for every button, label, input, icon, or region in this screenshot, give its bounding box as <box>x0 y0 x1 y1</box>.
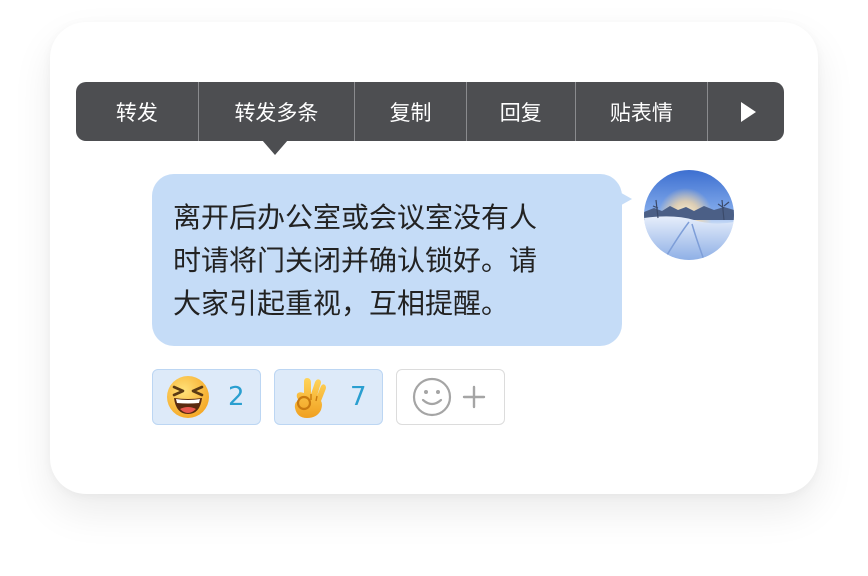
menu-item-reply[interactable]: 回复 <box>467 82 576 141</box>
message-line: 时请将门关闭并确认锁好。请 <box>173 244 538 277</box>
add-reaction-icon <box>412 377 486 417</box>
context-menu: 转发 转发多条 复制 回复 贴表情 <box>76 82 784 141</box>
menu-pointer-arrow <box>262 140 288 155</box>
reaction-count: 2 <box>228 382 245 412</box>
menu-more-button[interactable] <box>708 82 784 141</box>
reaction-laughing[interactable]: 2 <box>152 369 261 425</box>
menu-item-add-sticker[interactable]: 贴表情 <box>576 82 709 141</box>
reaction-ok-hand[interactable]: 7 <box>274 369 383 425</box>
laughing-face-emoji-icon <box>167 376 209 418</box>
reaction-count: 7 <box>350 382 367 412</box>
play-triangle-icon <box>740 101 756 122</box>
message-bubble[interactable]: 离开后办公室或会议室没有人 时请将门关闭并确认锁好。请 大家引起重视，互相提醒。 <box>152 174 622 346</box>
ok-hand-emoji-icon <box>294 378 326 418</box>
bubble-tail <box>616 190 632 208</box>
message-line: 大家引起重视，互相提醒。 <box>173 287 510 320</box>
message-line: 离开后办公室或会议室没有人 <box>173 201 538 234</box>
menu-item-forward[interactable]: 转发 <box>76 82 199 141</box>
menu-item-copy[interactable]: 复制 <box>355 82 467 141</box>
add-reaction-button[interactable] <box>396 369 505 425</box>
snowy-landscape-avatar-icon <box>644 170 734 260</box>
avatar[interactable] <box>644 170 734 260</box>
menu-item-forward-multiple[interactable]: 转发多条 <box>199 82 356 141</box>
